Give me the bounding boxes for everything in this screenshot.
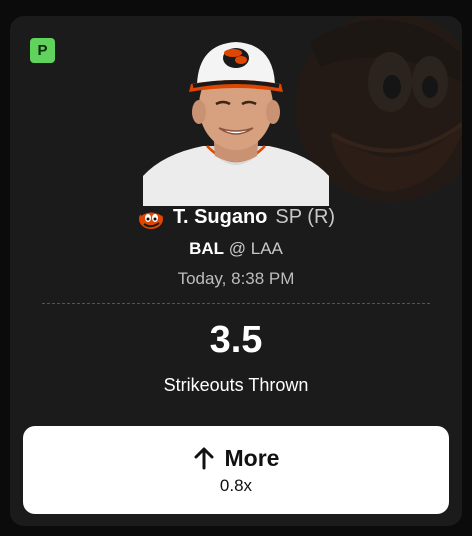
matchup-opponent: LAA [250,239,283,258]
projection-value: 3.5 [209,319,263,361]
player-name: T. Sugano [172,205,268,228]
player-name-row: T. Sugano SP (R) [10,204,462,230]
arrow-up-icon [194,447,214,470]
matchup-team: BAL [189,239,225,258]
player-headshot [143,42,329,206]
game-time: Today, 8:38 PM [177,269,295,288]
more-button[interactable]: More 0.8x [23,426,449,514]
league-badge: P [30,38,55,63]
matchup: BAL @ LAA [10,239,462,259]
more-button-top: More [193,444,280,472]
player-position: SP (R) [275,205,336,228]
orioles-bird-icon [138,207,163,229]
matchup-separator: @ [228,239,247,258]
badge-letter: P [37,42,48,59]
more-label: More [224,444,280,471]
payout-multiplier: 0.8x [219,475,253,495]
stat-label: Strikeouts Thrown [163,375,309,395]
player-prop-card[interactable]: P T. Sugano SP (R) BAL @ LAA Today, 8:38… [10,16,462,526]
dashed-divider [42,303,430,304]
